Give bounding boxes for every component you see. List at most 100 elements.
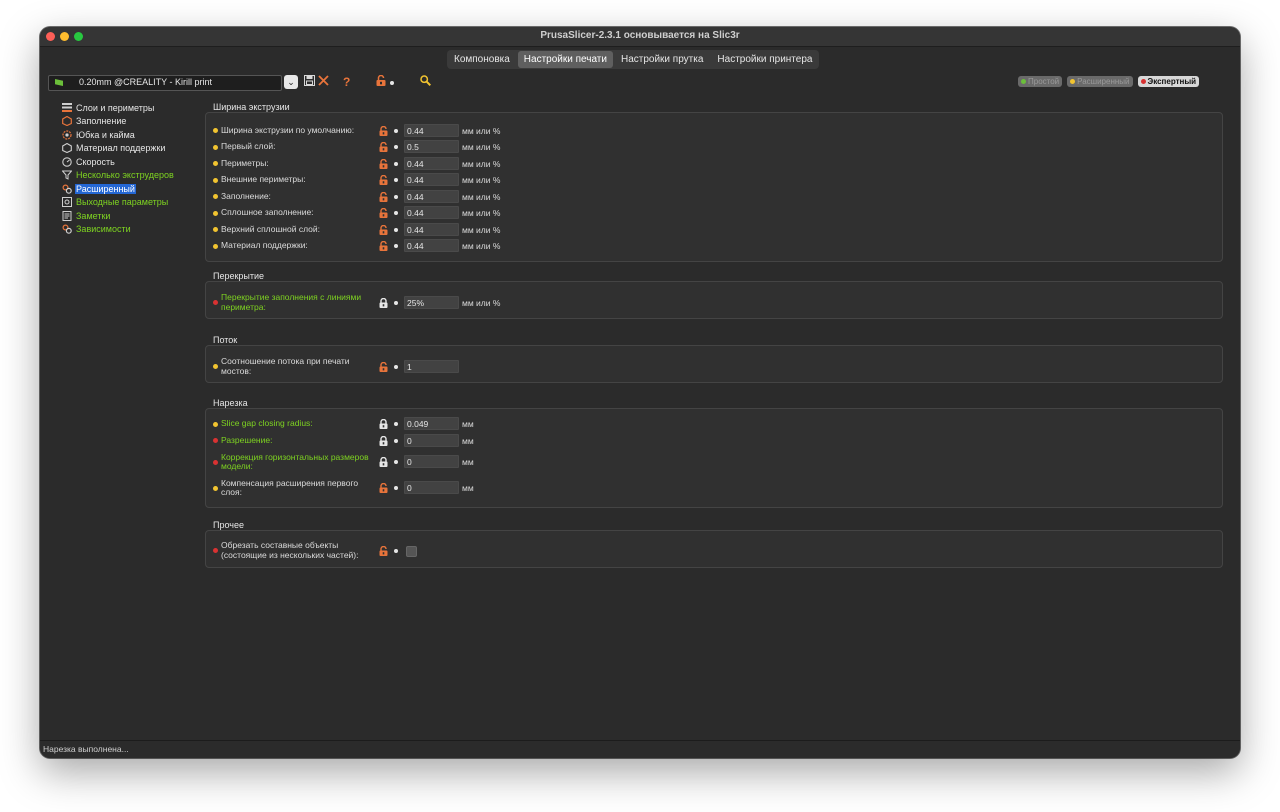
tab-print-settings[interactable]: Настройки печати xyxy=(517,51,613,68)
mode-dot-icon xyxy=(213,243,218,249)
lock-open-icon[interactable] xyxy=(379,142,388,153)
lock-open-icon[interactable] xyxy=(379,224,388,235)
lock-open-icon xyxy=(376,74,386,86)
delete-preset-button[interactable] xyxy=(318,75,329,89)
setting-input[interactable]: 0.44 xyxy=(404,206,459,220)
lock-closed-icon[interactable] xyxy=(379,297,388,308)
question-icon[interactable]: ? xyxy=(343,75,350,89)
bullet-icon xyxy=(394,178,398,183)
sidebar-item-multiple-extruders[interactable]: Несколько экструдеров xyxy=(62,169,212,183)
setting-label: Материал поддержки: xyxy=(221,240,308,251)
mode-dot-icon xyxy=(213,128,218,134)
setting-input[interactable]: 0.44 xyxy=(404,189,459,203)
sidebar-item-speed[interactable]: Скорость xyxy=(62,155,212,169)
mode-dot-icon xyxy=(213,364,218,369)
setting-input[interactable]: 25% xyxy=(404,295,459,309)
setting-label: Разрешение: xyxy=(221,434,273,445)
sidebar-item-support[interactable]: Материал поддержки xyxy=(62,142,212,156)
bullet-icon xyxy=(394,244,398,249)
bullet-icon xyxy=(394,194,398,199)
setting-input[interactable]: 0.44 xyxy=(404,156,459,170)
save-icon xyxy=(304,75,315,86)
sidebar-item-layers[interactable]: Слои и периметры xyxy=(62,101,212,115)
setting-label: Сплошное заполнение: xyxy=(221,207,314,218)
setting-label: Соотношение потока при печати мостов: xyxy=(221,356,350,376)
tab-filament-settings[interactable]: Настройки прутка xyxy=(615,51,709,68)
search-icon xyxy=(420,75,432,87)
chevron-down-icon: ⌄ xyxy=(287,77,295,87)
sidebar-item-skirt[interactable]: Юбка и кайма xyxy=(62,128,212,142)
setting-input[interactable]: 0 xyxy=(404,455,459,468)
support-icon xyxy=(62,143,72,154)
setting-unit: мм или % xyxy=(462,142,501,153)
setting-label: Обрезать составные объекты (состоящие из… xyxy=(221,540,359,560)
status-dot-icon xyxy=(1070,79,1076,84)
setting-unit: мм или % xyxy=(462,191,501,202)
setting-input[interactable]: 0.44 xyxy=(404,123,459,137)
mode-dot-icon xyxy=(213,548,218,553)
setting-label: Заполнение: xyxy=(221,190,271,201)
lock-open-icon[interactable] xyxy=(379,125,388,136)
setting-input[interactable]: 0.44 xyxy=(404,222,459,236)
mode-dot-icon xyxy=(213,194,218,200)
setting-input[interactable]: 1 xyxy=(404,359,459,373)
mode-simple-button[interactable]: Простой xyxy=(1018,76,1063,87)
status-bar: Нарезка выполнена... xyxy=(40,740,1240,758)
lock-open-icon[interactable] xyxy=(379,545,388,556)
lock-legend-button[interactable] xyxy=(376,74,386,89)
settings-group: Соотношение потока при печати мостов: 1 xyxy=(205,345,1223,383)
sidebar-item-advanced[interactable]: Расширенный xyxy=(62,182,212,196)
infill-icon xyxy=(62,116,72,127)
speed-icon xyxy=(62,157,72,167)
tab-printer-settings[interactable]: Настройки принтера xyxy=(711,51,818,68)
setting-input[interactable]: 0.049 xyxy=(404,417,459,431)
skirt-icon xyxy=(62,130,72,140)
lock-open-icon[interactable] xyxy=(379,361,388,372)
lock-open-icon[interactable] xyxy=(379,482,388,493)
section-title: Перекрытие xyxy=(213,271,265,281)
sidebar-item-dependencies[interactable]: Зависимости xyxy=(62,223,212,237)
setting-input[interactable]: 0.44 xyxy=(404,173,459,187)
lock-open-icon[interactable] xyxy=(379,158,388,169)
lock-open-icon[interactable] xyxy=(379,175,388,186)
sidebar-item-notes[interactable]: Заметки xyxy=(62,209,212,223)
tab-plater[interactable]: Компоновка xyxy=(448,51,516,68)
bullet-icon xyxy=(394,161,398,166)
lock-closed-icon[interactable] xyxy=(379,456,388,467)
lock-open-icon[interactable] xyxy=(379,208,388,219)
lock-closed-icon[interactable] xyxy=(379,419,388,430)
bullet-icon xyxy=(394,145,398,150)
setting-unit: мм или % xyxy=(462,158,501,169)
mode-switch: Простой Расширенный Экспертный xyxy=(1018,76,1200,87)
deps-icon xyxy=(62,224,72,235)
setting-unit: мм или % xyxy=(462,208,501,219)
preset-select[interactable]: 0.20mm @CREALITY - Kirill print xyxy=(48,75,282,91)
preset-dropdown-button[interactable]: ⌄ xyxy=(284,75,298,89)
setting-label: Периметры: xyxy=(221,157,269,168)
mode-dot-icon xyxy=(213,485,218,491)
mode-dot-icon xyxy=(213,177,218,183)
mode-advanced-button[interactable]: Расширенный xyxy=(1067,76,1133,87)
sidebar-item-output[interactable]: Выходные параметры xyxy=(62,196,212,210)
mode-dot-icon xyxy=(213,144,218,150)
mode-dot-icon xyxy=(213,161,218,167)
setting-input[interactable]: 0 xyxy=(404,433,459,447)
setting-input[interactable]: 0.5 xyxy=(404,140,459,154)
layers-icon xyxy=(62,103,72,113)
setting-unit: мм или % xyxy=(462,125,501,136)
setting-input[interactable]: 0 xyxy=(404,481,459,494)
status-dot-icon xyxy=(1140,79,1146,84)
main-tabs: Компоновка Настройки печати Настройки пр… xyxy=(447,50,820,69)
bullet-icon xyxy=(394,460,398,464)
lock-open-icon[interactable] xyxy=(379,191,388,202)
sidebar-item-infill[interactable]: Заполнение xyxy=(62,115,212,129)
title-bar: PrusaSlicer-2.3.1 основывается на Slic3r xyxy=(40,27,1240,47)
setting-checkbox[interactable] xyxy=(406,545,417,557)
setting-input[interactable]: 0.44 xyxy=(404,239,459,253)
section-title: Поток xyxy=(213,335,238,345)
lock-open-icon[interactable] xyxy=(379,241,388,252)
search-button[interactable] xyxy=(420,75,432,89)
lock-closed-icon[interactable] xyxy=(379,435,388,446)
mode-expert-button[interactable]: Экспертный xyxy=(1137,76,1200,87)
save-preset-button[interactable] xyxy=(304,75,315,89)
